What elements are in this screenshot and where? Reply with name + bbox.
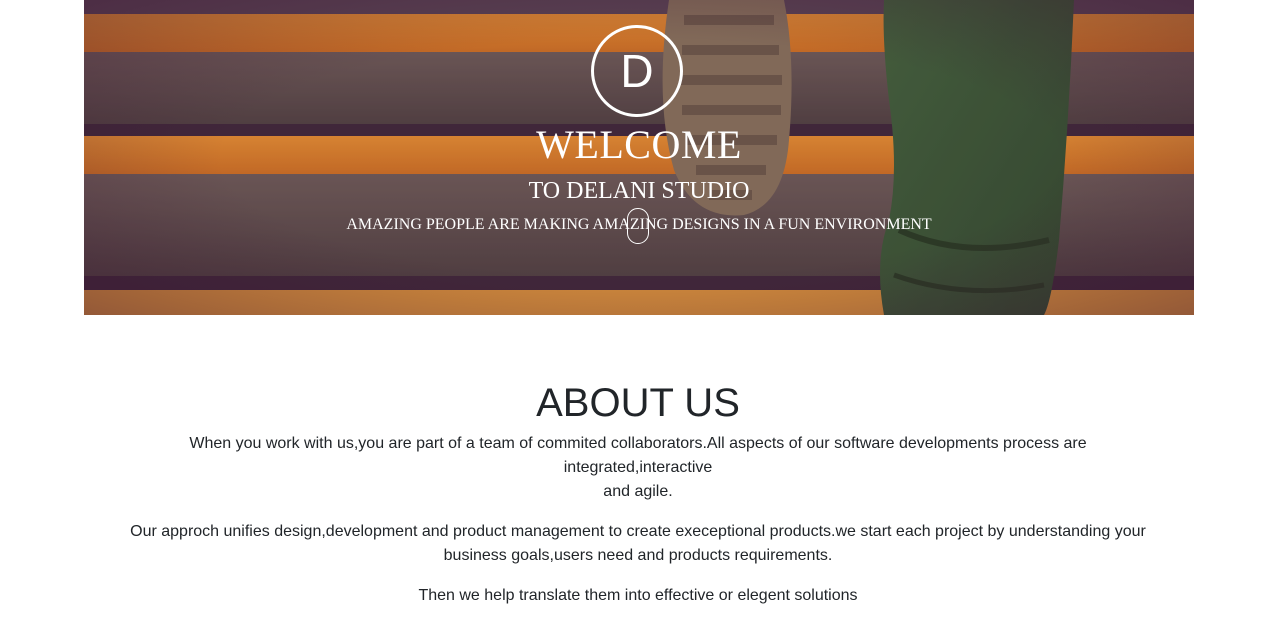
about-section: ABOUT US When you work with us,you are p…: [0, 370, 1276, 624]
hero-subtitle: TO DELANI STUDIO: [528, 178, 750, 204]
hero-banner: D WELCOME TO DELANI STUDIO AMAZING PEOPL…: [84, 0, 1194, 315]
mouse-scroll-icon[interactable]: [627, 208, 649, 244]
about-paragraph-1-line-1: When you work with us,you are part of a …: [189, 435, 1087, 476]
about-heading: ABOUT US: [536, 381, 740, 425]
hero-title: WELCOME: [536, 122, 742, 167]
about-paragraph-2: Our approch unifies design,development a…: [130, 523, 1146, 564]
hero-content: D WELCOME TO DELANI STUDIO AMAZING PEOPL…: [84, 0, 1194, 315]
logo-letter: D: [620, 45, 654, 97]
about-paragraph-3: Then we help translate them into effecti…: [418, 587, 858, 604]
logo-badge[interactable]: D: [591, 25, 683, 117]
about-paragraph-1: When you work with us,you are part of a …: [128, 432, 1148, 504]
about-paragraph-1-line-2: and agile.: [603, 483, 673, 500]
